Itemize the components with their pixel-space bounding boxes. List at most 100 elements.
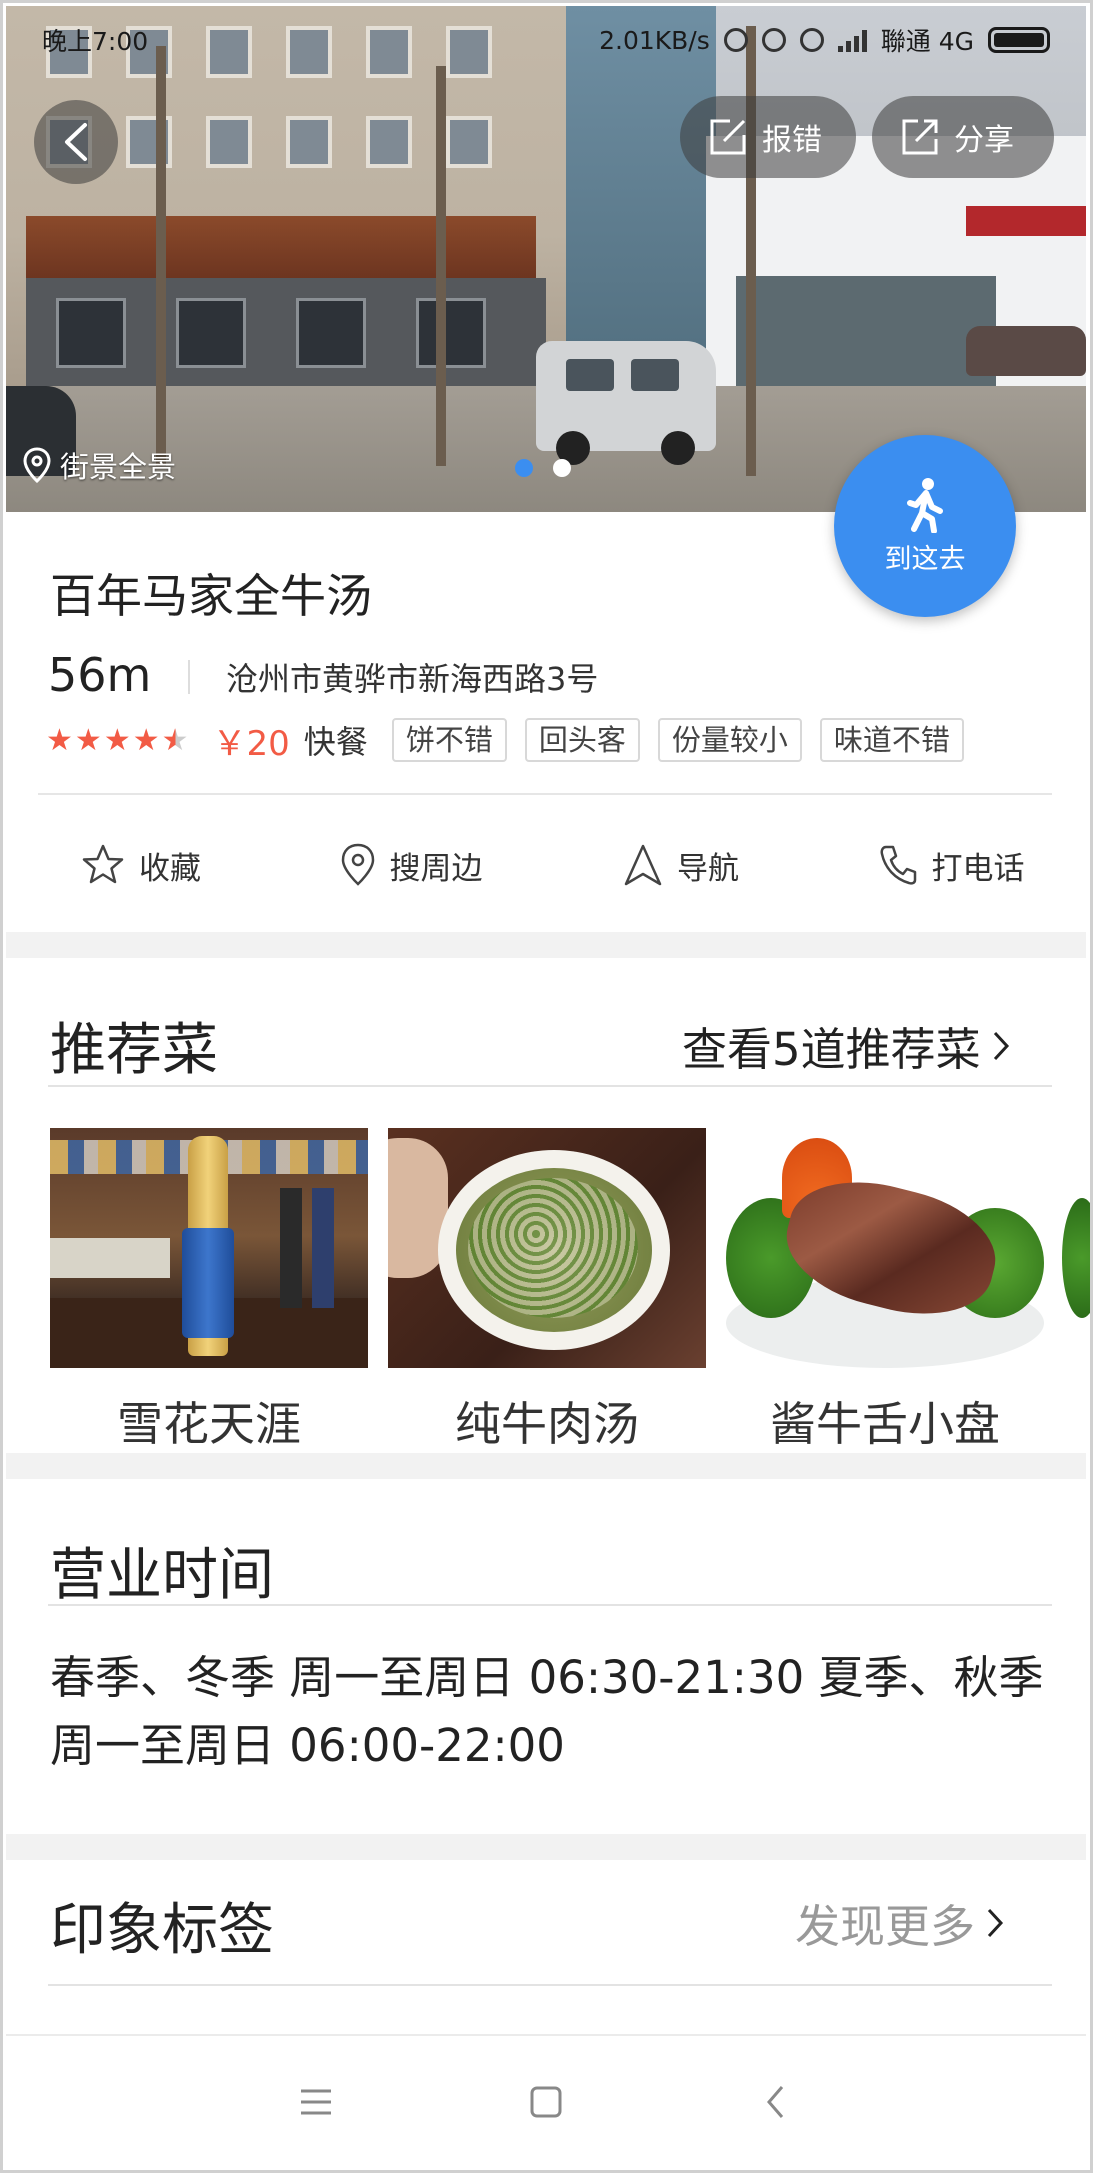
signal-icon	[837, 28, 867, 52]
search-nearby-button[interactable]: 搜周边	[276, 810, 546, 920]
impression-tag[interactable]: 味道不错	[819, 718, 964, 762]
dish-card[interactable]: 雪花天涯	[50, 1128, 368, 1454]
shop-window	[416, 298, 486, 368]
shop-front	[26, 278, 546, 388]
edit-icon	[710, 119, 746, 155]
favorite-button[interactable]: 收藏	[6, 810, 276, 920]
navigate-button[interactable]: 导航	[546, 810, 816, 920]
navigation-arrow-icon	[624, 844, 662, 886]
van	[536, 341, 716, 465]
location-pin-icon	[341, 843, 374, 886]
star-icon	[82, 844, 124, 884]
view-recommended-link[interactable]: 查看5道推荐菜	[682, 1013, 1011, 1078]
menu-button[interactable]	[286, 2072, 346, 2132]
favorite-label: 收藏	[139, 850, 201, 887]
system-nav-bar	[6, 2030, 1086, 2173]
tree-trunk	[436, 66, 446, 466]
dish-name: 纯牛肉汤	[455, 1397, 639, 1451]
divider	[188, 660, 190, 694]
poi-distance: 56m	[48, 648, 152, 702]
alarm-icon	[761, 28, 786, 52]
back-chevron-icon	[767, 2085, 784, 2118]
call-button[interactable]: 打电话	[816, 810, 1086, 920]
dish-card[interactable]: 纯牛肉汤	[388, 1128, 706, 1454]
dish-photo	[726, 1128, 1044, 1368]
share-icon	[902, 119, 938, 155]
dish-name: 雪花天涯	[117, 1397, 301, 1451]
section-gap	[6, 1453, 1086, 1479]
star-full-icon: ★	[46, 722, 73, 758]
impression-tag[interactable]: 饼不错	[391, 718, 507, 762]
report-label: 报错	[762, 123, 822, 158]
divider	[48, 1085, 1052, 1087]
battery-icon	[988, 27, 1050, 53]
rating-row: ★ ★ ★ ★ ★ ￥20 快餐 饼不错 回头客 份量较小 味道不错	[46, 716, 982, 764]
van-window	[566, 359, 614, 391]
tree-trunk	[156, 46, 166, 466]
star-full-icon: ★	[103, 722, 131, 758]
impression-tag[interactable]: 回头客	[524, 718, 640, 762]
recommended-title: 推荐菜	[50, 1018, 218, 1083]
phone-icon	[880, 845, 916, 885]
chevron-right-icon	[987, 1908, 1004, 1937]
parked-car	[966, 326, 1086, 376]
home-square-icon	[530, 2086, 562, 2117]
building-window	[286, 116, 332, 168]
carousel-indicator	[515, 459, 571, 477]
discover-more-link[interactable]: 发现更多	[795, 1890, 1005, 1955]
system-back-button[interactable]	[746, 2072, 806, 2132]
dish-card[interactable]: 酱牛舌小盘	[726, 1128, 1044, 1454]
hours-title: 营业时间	[50, 1543, 274, 1608]
star-full-icon: ★	[132, 722, 160, 758]
action-bar: 收藏 搜周边 导航 打电话	[6, 810, 1086, 920]
location-pin-icon	[23, 447, 51, 484]
back-button[interactable]	[34, 100, 118, 184]
impression-title: 印象标签	[50, 1898, 274, 1963]
carrier-label: 聯通 4G	[880, 27, 974, 56]
van-window	[631, 359, 679, 391]
share-button[interactable]: 分享	[872, 96, 1054, 178]
poi-address: 沧州市黄骅市新海西路3号	[226, 660, 599, 698]
status-time: 晚上7:00	[42, 27, 149, 56]
dish-photo	[388, 1128, 706, 1368]
dish-photo	[1062, 1128, 1093, 1368]
divider	[38, 793, 1052, 795]
menu-icon	[301, 2089, 331, 2114]
category: 快餐	[303, 723, 368, 761]
section-gap	[6, 1834, 1086, 1860]
call-label: 打电话	[931, 850, 1025, 887]
status-bar: 晚上7:00 2.01KB/s 聯通 4G	[6, 6, 1086, 74]
impression-tag[interactable]: 份量较小	[657, 718, 802, 762]
divider	[48, 1604, 1052, 1606]
building-window	[446, 116, 492, 168]
hotspot-icon	[723, 28, 748, 52]
chevron-right-icon	[993, 1031, 1009, 1060]
go-here-button[interactable]: 到这去	[834, 435, 1016, 617]
tree-trunk	[746, 26, 756, 476]
carousel-dot	[553, 459, 571, 477]
street-view-label: 街景全景	[60, 450, 177, 484]
search-nearby-label: 搜周边	[389, 850, 483, 887]
home-button[interactable]	[516, 2072, 576, 2132]
shop-sign	[26, 216, 536, 278]
street-view-button[interactable]: 街景全景	[22, 444, 176, 486]
walking-person-icon	[907, 477, 943, 533]
navigate-label: 导航	[677, 850, 739, 887]
star-rating: ★ ★ ★ ★ ★	[46, 723, 189, 758]
report-error-button[interactable]: 报错	[680, 96, 856, 178]
dish-photo	[50, 1128, 368, 1368]
dish-card-partial[interactable]	[1062, 1128, 1093, 1368]
status-indicators: 2.01KB/s 聯通 4G	[599, 22, 1050, 58]
price: ￥20	[212, 723, 290, 764]
carousel-dot-active	[515, 459, 533, 477]
building-window	[206, 116, 252, 168]
star-full-icon: ★	[74, 722, 102, 758]
chevron-left-icon	[65, 123, 87, 161]
go-here-label: 到这去	[884, 543, 966, 575]
share-label: 分享	[954, 123, 1014, 158]
red-sign	[966, 206, 1086, 236]
dish-name: 酱牛舌小盘	[770, 1397, 1000, 1451]
shop-window	[296, 298, 366, 368]
star-half-icon: ★	[161, 722, 189, 758]
network-speed: 2.01KB/s	[599, 25, 710, 55]
